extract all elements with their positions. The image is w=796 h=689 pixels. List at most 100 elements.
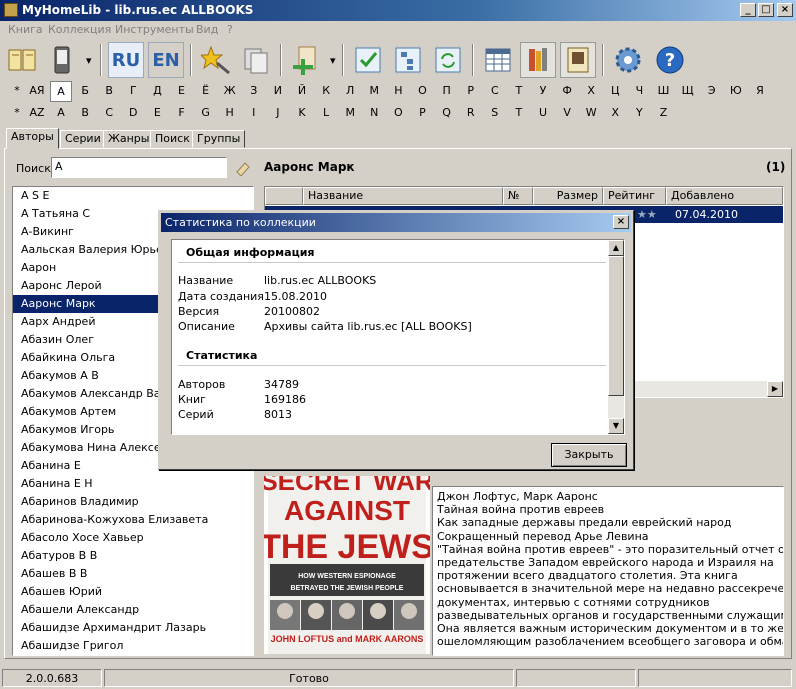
col-size[interactable]: Размер (533, 187, 603, 205)
tab-groups[interactable]: Группы (192, 130, 246, 148)
alphabet-letter[interactable]: W (580, 106, 602, 119)
menu-book[interactable]: Книга (8, 23, 43, 36)
alphabet-letter[interactable]: Ю (725, 84, 747, 97)
alphabet-letter[interactable]: Ш (653, 84, 675, 97)
sync-button[interactable] (430, 42, 466, 78)
alphabet-letter[interactable]: J (267, 106, 289, 119)
alphabet-letter[interactable]: X (604, 106, 626, 119)
alphabet-letter[interactable]: В (98, 84, 120, 97)
list-item[interactable]: Абанина Е Н (13, 475, 253, 493)
alphabet-letter[interactable]: B (74, 106, 96, 119)
tree-view-button[interactable] (390, 42, 426, 78)
menu-collection[interactable]: Коллекция (48, 23, 111, 36)
alphabet-letter[interactable]: К (315, 84, 337, 97)
alphabet-letter[interactable]: Х (580, 84, 602, 97)
minimize-button[interactable]: _ (740, 3, 756, 17)
alphabet-letter[interactable]: U (532, 106, 554, 119)
help-button[interactable]: ? (652, 42, 688, 78)
scroll-right-icon[interactable]: ▶ (767, 381, 783, 397)
close-window-button[interactable]: × (777, 3, 793, 17)
cover-view-button[interactable] (560, 42, 596, 78)
alphabet-letter[interactable]: M (339, 106, 361, 119)
list-item[interactable]: Абатуров В В (13, 547, 253, 565)
list-item[interactable]: Абашидзе Архимандрит Лазарь (13, 619, 253, 637)
alphabet-letter[interactable]: R (460, 106, 482, 119)
list-item[interactable]: Абаринов Владимир (13, 493, 253, 511)
alphabet-letter[interactable]: М (363, 84, 385, 97)
alphabet-letter[interactable]: П (436, 84, 458, 97)
alphabet-letter[interactable]: N (363, 106, 385, 119)
col-number[interactable]: № (503, 187, 533, 205)
alphabet-letter[interactable]: K (291, 106, 313, 119)
alphabet-letter[interactable]: E (146, 106, 168, 119)
alphabet-letter[interactable]: Ж (219, 84, 241, 97)
alphabet-letter[interactable]: И (267, 84, 289, 97)
scroll-up-icon[interactable]: ▲ (608, 240, 624, 256)
alphabet-letter[interactable]: D (122, 106, 144, 119)
alphabet-letter[interactable]: Т (508, 84, 530, 97)
list-item[interactable]: Абашели Александр (13, 601, 253, 619)
table-view-button[interactable] (480, 42, 516, 78)
alphabet-letter[interactable]: Ё (195, 84, 217, 97)
alphabet-letter[interactable]: Э (701, 84, 723, 97)
alphabet-letter[interactable]: Ц (604, 84, 626, 97)
tab-authors[interactable]: Авторы (6, 128, 59, 149)
alphabet-letter[interactable]: Щ (677, 84, 699, 97)
menu-tools[interactable]: Инструменты (115, 23, 194, 36)
scroll-down-icon[interactable]: ▼ (608, 418, 624, 434)
device-dropdown-icon[interactable]: ▾ (86, 54, 92, 67)
alphabet-letter[interactable]: C (98, 106, 120, 119)
alphabet-letter[interactable]: F (171, 106, 193, 119)
alphabet-letter[interactable]: Ч (628, 84, 650, 97)
list-item[interactable]: A S E (13, 187, 253, 205)
add-dropdown-icon[interactable]: ▾ (330, 54, 336, 67)
list-item[interactable]: Абаринова-Кожухова Елизавета (13, 511, 253, 529)
copy-button[interactable] (238, 42, 274, 78)
list-item[interactable]: Абашев Юрий (13, 583, 253, 601)
col-title[interactable]: Название (303, 187, 503, 205)
alphabet-letter[interactable]: АЯ (26, 84, 48, 97)
menu-view[interactable]: Вид (196, 23, 218, 36)
alphabet-letter[interactable]: Л (339, 84, 361, 97)
alphabet-letter[interactable]: Y (628, 106, 650, 119)
shelf-view-button[interactable] (520, 42, 556, 78)
settings-button[interactable] (610, 42, 646, 78)
alphabet-letter[interactable]: T (508, 106, 530, 119)
alphabet-letter[interactable]: А (50, 81, 72, 102)
alphabet-letter[interactable]: L (315, 106, 337, 119)
alphabet-letter[interactable]: З (243, 84, 265, 97)
tab-series[interactable]: Серии (60, 130, 106, 148)
alphabet-letter[interactable]: * (6, 106, 28, 119)
alphabet-letter[interactable]: У (532, 84, 554, 97)
alphabet-letter[interactable]: Н (387, 84, 409, 97)
alphabet-letter[interactable]: Я (749, 84, 771, 97)
alphabet-letter[interactable]: Й (291, 84, 313, 97)
search-input[interactable]: А (51, 157, 227, 178)
alphabet-letter[interactable]: O (387, 106, 409, 119)
alphabet-letter[interactable]: H (219, 106, 241, 119)
list-item[interactable]: Абасоло Хосе Хавьер (13, 529, 253, 547)
close-button[interactable]: Закрыть (551, 443, 627, 467)
alphabet-letter[interactable]: С (484, 84, 506, 97)
alphabet-letter[interactable]: * (6, 84, 28, 97)
alphabet-letter[interactable]: I (243, 106, 265, 119)
menu-help[interactable]: ? (227, 23, 233, 36)
list-item[interactable]: Абашидзе Григол (13, 637, 253, 655)
alphabet-letter[interactable]: G (195, 106, 217, 119)
alphabet-letter[interactable]: О (412, 84, 434, 97)
alphabet-letter[interactable]: Z (653, 106, 675, 119)
lang-en-button[interactable]: EN (148, 42, 184, 78)
alphabet-letter[interactable]: Д (146, 84, 168, 97)
alphabet-letter[interactable]: S (484, 106, 506, 119)
device-button[interactable] (44, 42, 80, 78)
maximize-button[interactable]: □ (758, 3, 774, 17)
alphabet-letter[interactable]: Q (436, 106, 458, 119)
lang-ru-button[interactable]: RU (108, 42, 144, 78)
tab-genres[interactable]: Жанры (103, 130, 155, 148)
alphabet-letter[interactable]: AZ (26, 106, 48, 119)
tab-search[interactable]: Поиск (150, 130, 195, 148)
alphabet-letter[interactable]: A (50, 106, 72, 119)
alphabet-letter[interactable]: Р (460, 84, 482, 97)
col-rating[interactable]: Рейтинг (603, 187, 666, 205)
alphabet-letter[interactable]: Ф (556, 84, 578, 97)
